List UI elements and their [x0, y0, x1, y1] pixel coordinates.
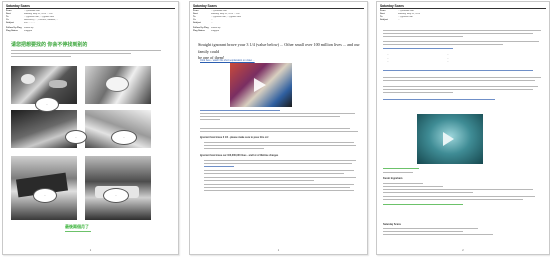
- email-header-block: From ...@hotmail.com Sent Monday, May 20, …: [380, 10, 546, 22]
- green-link-line[interactable]: [383, 168, 419, 170]
- play-icon[interactable]: [443, 132, 454, 146]
- text-line: [383, 36, 463, 38]
- section-heading-1: Ignorant how brave 3 1/4 - please make s…: [200, 136, 269, 139]
- header-value: Flagged: [211, 30, 219, 32]
- bullet-line: [204, 187, 350, 189]
- text-line: [200, 128, 350, 130]
- text-line: [383, 86, 538, 88]
- bullet-line: [204, 160, 356, 162]
- bullet-line: [204, 163, 352, 165]
- bullet-line: [204, 173, 344, 175]
- link-line[interactable]: [200, 110, 280, 112]
- footer-from: Saturday Scans: [383, 223, 401, 226]
- table-cell: ...: [387, 61, 389, 63]
- speech-bubble: ...: [65, 130, 87, 144]
- text-line: [383, 80, 535, 82]
- header-divider: [6, 8, 175, 9]
- text-line: [383, 77, 541, 79]
- text-line: [383, 183, 423, 185]
- text-line: [200, 113, 355, 115]
- header-value: ...: [211, 22, 213, 24]
- header-key: Subject: [193, 22, 201, 24]
- green-caption: 最後兩個月了: [65, 224, 89, 229]
- speech-bubble: ...: [111, 130, 137, 145]
- text-line: [383, 186, 443, 188]
- header-divider: [193, 8, 364, 9]
- text-line: [383, 192, 473, 194]
- bullet-line: [204, 177, 356, 179]
- info-table: ...... ...... ......: [387, 54, 507, 65]
- header-key: Flag Status: [6, 30, 18, 32]
- text-line: [383, 30, 541, 32]
- bullet-line: [204, 184, 354, 186]
- signature-name: Kevin Ingraham: [383, 177, 403, 180]
- text-line: [383, 189, 533, 191]
- text-line: [200, 119, 220, 121]
- text-line: [11, 56, 71, 58]
- text-line: [383, 231, 463, 233]
- text-line: [383, 172, 413, 174]
- link-line[interactable]: [204, 166, 234, 168]
- text-line: [383, 89, 533, 91]
- green-underline: [65, 231, 91, 233]
- video-link[interactable]: Click here - watch this short explanatio…: [200, 59, 255, 62]
- section-heading-2: Ignorant how brave our 100,000,000 lives…: [200, 154, 279, 157]
- text-line: [383, 92, 453, 94]
- cjk-title: 请您把想要找的 你会不停找到别的: [11, 42, 88, 48]
- page-number: 2: [462, 249, 464, 252]
- speech-bubble: ...: [103, 188, 129, 203]
- text-line: [200, 116, 340, 118]
- header-divider: [380, 8, 546, 9]
- text-line: [383, 234, 493, 236]
- link-line[interactable]: [383, 99, 495, 101]
- bullet-line: [204, 180, 314, 182]
- link-line[interactable]: [383, 48, 453, 50]
- play-icon[interactable]: [254, 78, 266, 92]
- header-key: Subject: [6, 22, 14, 24]
- table-cell: ...: [447, 61, 449, 63]
- lead-line-1: Straight ignorant brave your 3 1/4 (valu…: [198, 42, 360, 54]
- bullet-line: [204, 148, 264, 150]
- text-line: [383, 44, 503, 46]
- text-line: [200, 131, 358, 133]
- bullet-line: [204, 190, 354, 192]
- page-number: 1: [89, 249, 92, 252]
- text-line: [11, 50, 161, 52]
- header-key: Subject: [380, 19, 388, 21]
- header-value: ...: [398, 19, 400, 21]
- embedded-video-player[interactable]: [417, 114, 483, 164]
- document-page-2: Saturday Scans From ...@hotmail.com Sent M…: [189, 1, 368, 255]
- bullet-line: [204, 145, 356, 147]
- speech-bubble: ...: [33, 188, 57, 203]
- video-thumbnail[interactable]: [230, 63, 292, 107]
- photo-shoes-closeup: [85, 66, 151, 104]
- email-header-block: From ...@hotmail.com Sent Monday, May 20, …: [193, 10, 364, 33]
- email-header-block: From ...@hotmail.com Sent Monday, May 20, …: [6, 10, 175, 33]
- speech-bubble: ...: [35, 97, 59, 112]
- document-page-3: Saturday Scans From ...@hotmail.com Sent M…: [376, 1, 550, 255]
- text-line: [11, 53, 131, 55]
- document-page-1: Saturday Scans From ...@hotmail.com Sent M…: [2, 1, 179, 255]
- text-line: [383, 41, 539, 43]
- header-value: FW: ... ... ...: [24, 22, 36, 24]
- text-line: [383, 199, 523, 201]
- text-line: [383, 228, 478, 230]
- green-link-line[interactable]: [383, 204, 463, 206]
- link-line[interactable]: [383, 70, 533, 72]
- bullet-line: [204, 170, 354, 172]
- text-line: [383, 33, 533, 35]
- header-key: Flag Status: [193, 30, 205, 32]
- text-line: [383, 196, 535, 198]
- page-number: 1: [277, 249, 280, 252]
- bullet-line: [204, 142, 354, 144]
- header-value: Flagged: [24, 30, 32, 32]
- photo-sneakers-dark: [11, 110, 77, 148]
